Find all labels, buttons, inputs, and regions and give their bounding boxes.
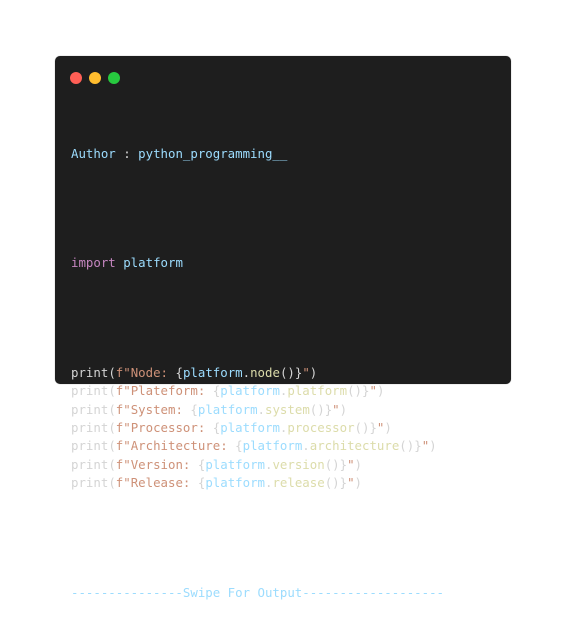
minimize-dot: [89, 72, 101, 84]
fstring-prefix: f"Node:: [115, 365, 176, 381]
left-brace: {: [197, 474, 206, 490]
method-name: node: [250, 365, 280, 381]
right-brace: }: [339, 456, 348, 472]
print-fn: print: [71, 474, 109, 490]
print-line: print(f"System: {platform.system()}"): [71, 401, 444, 419]
fstring-suffix: ": [332, 401, 340, 417]
fstring-prefix: f"System:: [115, 401, 191, 417]
print-fn: print: [71, 456, 109, 472]
code-block: Author : python_programming__ import pla…: [71, 108, 444, 639]
left-brace: {: [197, 456, 206, 472]
left-brace: {: [190, 401, 198, 417]
close-paren: ): [354, 474, 363, 490]
module-ref: platform: [205, 456, 265, 472]
maximize-dot: [108, 72, 120, 84]
dot: .: [257, 401, 266, 417]
print-line: print(f"Version: {platform.version()}"): [71, 456, 444, 474]
fstring-prefix: f"Version:: [115, 456, 198, 472]
close-paren: ): [376, 383, 385, 399]
method-name: release: [272, 474, 325, 490]
call-parens: (): [279, 365, 295, 381]
call-parens: (): [324, 474, 340, 490]
module-ref: platform: [220, 420, 280, 436]
import-line: import platform: [71, 254, 444, 272]
dot: .: [242, 365, 251, 381]
close-paren: ): [354, 456, 363, 472]
window-controls: [70, 72, 120, 84]
print-fn: print: [71, 365, 109, 381]
module-ref: platform: [197, 401, 258, 417]
fstring-suffix: ": [302, 365, 310, 381]
author-line: Author : python_programming__: [71, 145, 444, 163]
fstring-prefix: f"Plateform:: [115, 383, 213, 399]
right-brace: }: [339, 474, 348, 490]
fstring-suffix: ": [347, 456, 355, 472]
open-paren: (: [108, 365, 116, 381]
import-module: platform: [115, 255, 183, 271]
print-lines: print(f"Node: {platform.node()}") print(f…: [71, 364, 444, 492]
print-fn: print: [71, 420, 109, 436]
right-brace: }: [369, 420, 377, 436]
open-paren: (: [108, 420, 116, 436]
author-value: python_programming__: [138, 145, 288, 161]
import-keyword: import: [71, 255, 116, 271]
code-window: Author : python_programming__ import pla…: [55, 56, 511, 600]
print-line: print(f"Node: {platform.node()}"): [71, 364, 444, 382]
call-parens: (): [354, 420, 370, 436]
open-paren: (: [108, 401, 116, 417]
left-brace: {: [175, 365, 183, 381]
close-dot: [70, 72, 82, 84]
print-fn: print: [71, 401, 109, 417]
method-name: processor: [287, 420, 355, 436]
author-label: Author: [71, 145, 116, 161]
call-parens: (): [347, 383, 362, 399]
print-line: print(f"Release: {platform.release()}"): [71, 474, 444, 492]
dot: .: [265, 456, 273, 472]
module-ref: platform: [205, 474, 265, 490]
method-name: system: [265, 401, 310, 417]
open-paren: (: [108, 456, 116, 472]
open-paren: (: [108, 383, 116, 399]
print-line: print(f"Plateform: {platform.platform()}…: [71, 382, 444, 400]
fstring-suffix: ": [347, 474, 355, 490]
method-name: version: [272, 456, 325, 472]
dot: .: [265, 474, 273, 490]
close-paren: ): [339, 401, 348, 417]
fstring-prefix: f"Release:: [115, 474, 198, 490]
close-paren: ): [384, 420, 392, 436]
swipe-divider: ---------------Swipe For Output---------…: [71, 584, 444, 602]
print-fn: print: [71, 383, 109, 399]
print-line: print(f"Architecture: {platform.architec…: [71, 437, 444, 455]
call-parens: (): [324, 456, 340, 472]
method-name: platform: [287, 383, 348, 399]
open-paren: (: [108, 474, 116, 490]
call-parens: (): [309, 401, 325, 417]
close-paren: ): [309, 365, 318, 381]
fstring-prefix: f"Processor:: [115, 420, 213, 436]
module-ref: platform: [182, 365, 243, 381]
author-separator: :: [115, 145, 139, 161]
module-ref: platform: [220, 383, 280, 399]
swipe-divider-text: ---------------Swipe For Output---------…: [71, 584, 444, 600]
print-line: print(f"Processor: {platform.processor()…: [71, 419, 444, 437]
fstring-suffix: ": [369, 383, 377, 399]
